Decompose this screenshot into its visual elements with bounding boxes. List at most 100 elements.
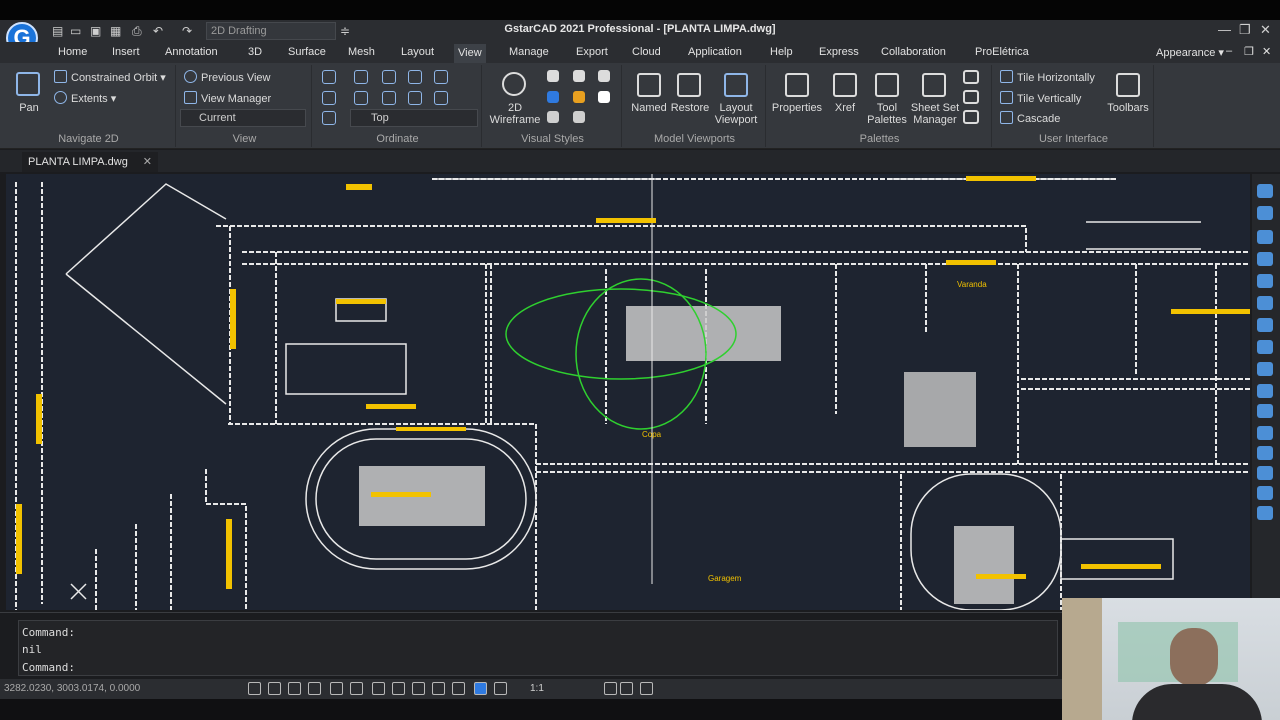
menu-tab-surface[interactable]: Surface [288, 46, 326, 58]
view-orientation-icon-7[interactable] [354, 91, 368, 105]
document-tab[interactable]: PLANTA LIMPA.dwg ✕ [22, 152, 158, 172]
restore-button[interactable]: Restore [668, 102, 712, 114]
minimize-icon[interactable]: — [1218, 22, 1231, 37]
side-tool-icon-4[interactable] [1257, 252, 1273, 266]
side-tool-icon-12[interactable] [1257, 426, 1273, 440]
annotation-scale[interactable]: 1:1 [530, 683, 544, 694]
side-tool-icon-3[interactable] [1257, 230, 1273, 244]
status-toggle-icon-14[interactable] [604, 682, 617, 695]
side-tool-icon-9[interactable] [1257, 362, 1273, 376]
status-toggle-icon-5[interactable] [330, 682, 343, 695]
status-toggle-icon-6[interactable] [350, 682, 363, 695]
side-tool-icon-2[interactable] [1257, 206, 1273, 220]
menu-tab-manage[interactable]: Manage [509, 46, 549, 58]
ribbon-restore-icon[interactable]: ❐ [1244, 45, 1254, 58]
pan-icon[interactable] [16, 72, 40, 96]
menu-tab-application[interactable]: Application [688, 46, 742, 58]
sheet-set-icon[interactable] [922, 73, 946, 97]
cascade-button[interactable]: Cascade [1000, 111, 1060, 125]
menu-tab-annotation[interactable]: Annotation [165, 46, 218, 58]
side-tool-icon-10[interactable] [1257, 384, 1273, 398]
close-tab-icon[interactable]: ✕ [143, 152, 152, 172]
menu-tab-3d[interactable]: 3D [248, 46, 262, 58]
side-tool-icon-15[interactable] [1257, 486, 1273, 500]
visual-style-icon-2[interactable] [573, 70, 585, 82]
view-manager-button[interactable]: View Manager [184, 91, 271, 105]
tool-palettes-button[interactable]: Tool Palettes [864, 102, 910, 126]
palette-small-icon-3[interactable] [963, 110, 979, 124]
menu-tab-home[interactable]: Home [58, 46, 87, 58]
status-toggle-icon-9[interactable] [412, 682, 425, 695]
side-tool-icon-7[interactable] [1257, 318, 1273, 332]
xref-icon[interactable] [833, 73, 857, 97]
pan-button[interactable]: Pan [12, 102, 46, 114]
ribbon-minimize-icon[interactable]: – [1226, 45, 1232, 57]
menu-tab-cloud[interactable]: Cloud [632, 46, 661, 58]
view-orientation-icon-3[interactable] [382, 70, 396, 84]
sheet-set-manager-button[interactable]: Sheet Set Manager [910, 102, 960, 126]
side-tool-icon-11[interactable] [1257, 404, 1273, 418]
constrained-orbit-button[interactable]: Constrained Orbit ▾ [54, 70, 166, 84]
layout-viewport-button[interactable]: Layout Viewport [710, 102, 762, 126]
visual-style-icon-6[interactable] [598, 91, 610, 103]
view-orientation-icon-10[interactable] [434, 91, 448, 105]
side-tool-icon-6[interactable] [1257, 296, 1273, 310]
toolbars-icon[interactable] [1116, 73, 1140, 97]
tool-palettes-icon[interactable] [875, 73, 899, 97]
view-orientation-icon-1[interactable] [322, 70, 336, 84]
menu-tab-export[interactable]: Export [576, 46, 608, 58]
properties-button[interactable]: Properties [770, 102, 824, 114]
view-orientation-icon-8[interactable] [382, 91, 396, 105]
visual-style-icon-5[interactable] [573, 91, 585, 103]
visual-style-icon-3[interactable] [598, 70, 610, 82]
menu-tab-proel-trica[interactable]: ProElétrica [975, 46, 1029, 58]
restore-viewports-icon[interactable] [677, 73, 701, 97]
named-button[interactable]: Named [628, 102, 670, 114]
palette-small-icon-1[interactable] [963, 70, 979, 84]
ribbon-close-icon[interactable]: ✕ [1262, 45, 1271, 58]
viewpoint-dropdown[interactable]: Top [350, 109, 478, 127]
side-tool-icon-8[interactable] [1257, 340, 1273, 354]
view-orientation-icon-9[interactable] [408, 91, 422, 105]
visual-style-icon-4[interactable] [547, 91, 559, 103]
xref-button[interactable]: Xref [828, 102, 862, 114]
status-toggle-icon-11[interactable] [452, 682, 465, 695]
visual-style-icon-1[interactable] [547, 70, 559, 82]
status-toggle-icon-4[interactable] [308, 682, 321, 695]
menu-tab-collaboration[interactable]: Collaboration [881, 46, 946, 58]
status-toggle-icon-2[interactable] [268, 682, 281, 695]
named-viewports-icon[interactable] [637, 73, 661, 97]
toolbars-button[interactable]: Toolbars [1104, 102, 1152, 114]
wireframe-icon[interactable] [502, 72, 526, 96]
side-tool-icon-14[interactable] [1257, 466, 1273, 480]
view-orientation-icon-5[interactable] [434, 70, 448, 84]
layout-viewport-icon[interactable] [724, 73, 748, 97]
side-tool-icon-1[interactable] [1257, 184, 1273, 198]
command-prompt[interactable]: Command: [22, 661, 75, 674]
side-tool-icon-5[interactable] [1257, 274, 1273, 288]
current-view-dropdown[interactable]: Current [180, 109, 306, 127]
appearance-menu[interactable]: Appearance ▾ [1156, 46, 1224, 59]
visual-style-icon-8[interactable] [573, 111, 585, 123]
menu-tab-layout[interactable]: Layout [401, 46, 434, 58]
menu-tab-express[interactable]: Express [819, 46, 859, 58]
properties-icon[interactable] [785, 73, 809, 97]
menu-tab-help[interactable]: Help [770, 46, 793, 58]
status-toggle-icon-13[interactable] [494, 682, 507, 695]
view-orientation-icon-2[interactable] [354, 70, 368, 84]
side-tool-icon-16[interactable] [1257, 506, 1273, 520]
status-toggle-icon-8[interactable] [392, 682, 405, 695]
menu-tab-view[interactable]: View [454, 44, 486, 63]
wireframe-button[interactable]: 2D Wireframe [488, 102, 542, 126]
status-toggle-icon-10[interactable] [432, 682, 445, 695]
tile-vertically-button[interactable]: Tile Vertically [1000, 91, 1081, 105]
visual-style-icon-7[interactable] [547, 111, 559, 123]
status-toggle-icon-7[interactable] [372, 682, 385, 695]
extents-button[interactable]: Extents ▾ [54, 91, 116, 105]
menu-tab-mesh[interactable]: Mesh [348, 46, 375, 58]
status-toggle-icon-12[interactable] [474, 682, 487, 695]
menu-tab-insert[interactable]: Insert [112, 46, 140, 58]
side-tool-icon-13[interactable] [1257, 446, 1273, 460]
previous-view-button[interactable]: Previous View [184, 70, 271, 84]
palette-small-icon-2[interactable] [963, 90, 979, 104]
